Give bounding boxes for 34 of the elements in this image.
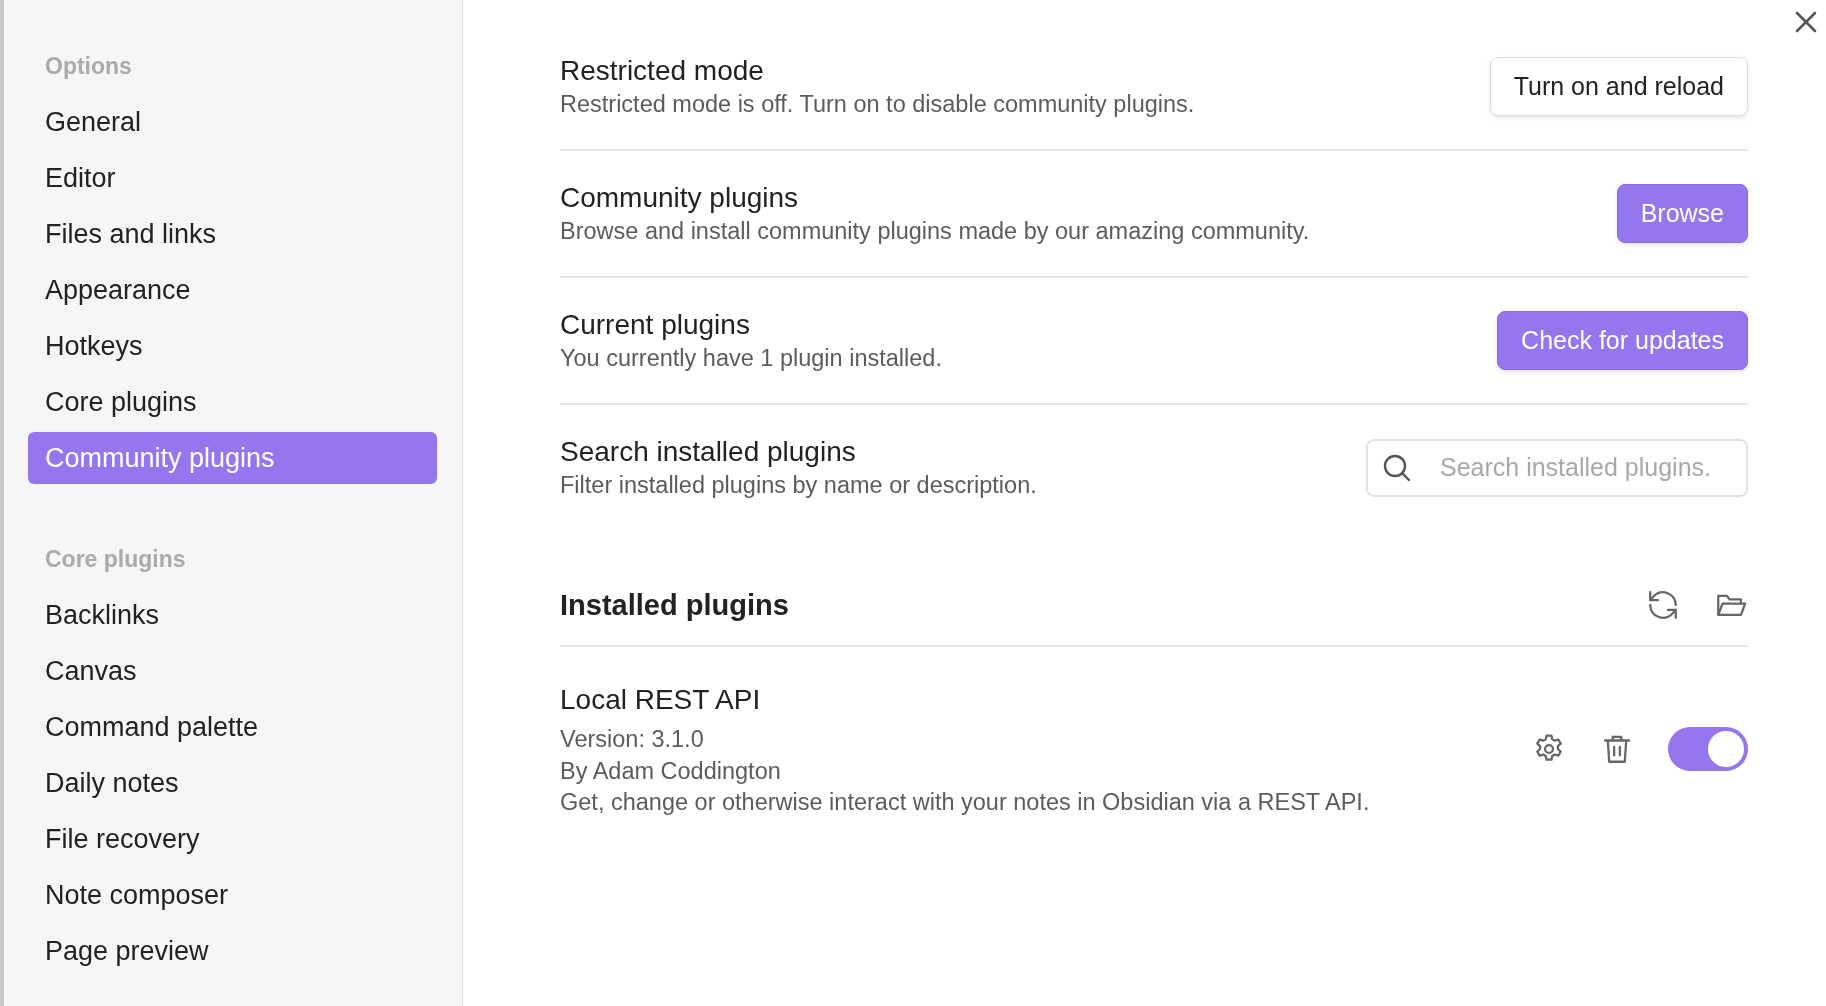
setting-title: Current plugins [560,307,751,342]
plugin-author: By Adam Coddington [560,756,782,786]
sidebar-item[interactable]: Hotkeys [28,320,437,372]
sidebar-item[interactable]: Core plugins [28,376,437,428]
setting-title: Community plugins [560,180,800,215]
plugin-description: Get, change or otherwise interact with your notes in Obsidian via a REST API. [560,788,1370,817]
action-button[interactable]: Turn on and reload [1489,57,1748,116]
close-icon[interactable] [1795,11,1817,33]
sidebar-item[interactable]: General [28,96,437,148]
search-icon [1382,452,1412,483]
search-field[interactable]: Search installed plugins. [1366,438,1748,497]
setting-description: Filter installed plugins by name or description. [560,470,1037,500]
sidebar-item[interactable]: Backlinks [28,589,437,641]
setting-title: Restricted mode [560,53,765,88]
sidebar-item[interactable]: File recovery [28,813,437,865]
refresh-icon[interactable] [1646,588,1680,622]
sidebar-item[interactable]: Appearance [28,264,437,316]
sidebar-item[interactable]: Daily notes [28,757,437,809]
section-heading: Installed plugins [560,588,789,622]
sidebar-section-heading: Core plugins [44,545,187,574]
setting-description: Browse and install community plugins made by our amazing community. [560,216,1310,246]
setting-description: Restricted mode is off. Turn on to disable community plugins. [560,89,1195,119]
sidebar-item[interactable]: Note composer [28,869,437,921]
setting-title: Search installed plugins [560,434,857,469]
sidebar-item[interactable]: Page preview [28,925,437,977]
sidebar-section-heading: Options [44,52,133,81]
toggle-switch[interactable] [1668,727,1748,772]
plugin-name: Local REST API [560,683,762,717]
sidebar-item[interactable]: Command palette [28,701,437,753]
setting-description: You currently have 1 plugin installed. [560,343,942,373]
sidebar-item[interactable]: Editor [28,152,437,204]
sidebar-item[interactable]: Files and links [28,208,437,260]
plugin-version: Version: 3.1.0 [560,725,705,754]
sidebar-item[interactable]: Canvas [28,645,437,697]
